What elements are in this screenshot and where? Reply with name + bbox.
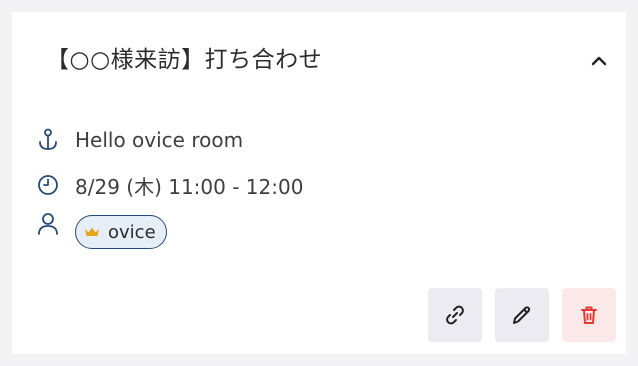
trash-icon <box>581 306 597 324</box>
crown-icon <box>85 227 99 236</box>
delete-button[interactable] <box>562 288 616 342</box>
person-icon <box>36 212 60 236</box>
event-time-row: 8/29 (木) 11:00 - 12:00 <box>36 171 303 199</box>
event-card-header[interactable]: 【○○様来訪】打ち合わせ <box>12 12 626 106</box>
edit-button[interactable] <box>495 288 549 342</box>
attendee-chip[interactable]: ovice <box>75 215 167 249</box>
event-attendees-row: ovice <box>36 212 167 252</box>
event-place-row: Hello ovice room <box>36 126 243 154</box>
link-icon <box>446 305 464 325</box>
event-place: Hello ovice room <box>75 128 244 152</box>
pencil-icon <box>513 306 531 324</box>
chevron-up-icon <box>591 56 607 66</box>
collapse-button[interactable] <box>586 48 612 74</box>
attendee-name: ovice <box>108 221 156 243</box>
event-actions <box>428 288 616 342</box>
clock-icon <box>36 173 60 197</box>
copy-link-button[interactable] <box>428 288 482 342</box>
event-datetime: 8/29 (木) 11:00 - 12:00 <box>75 174 304 199</box>
event-title: 【○○様来訪】打ち合わせ <box>46 47 323 73</box>
event-card: 【○○様来訪】打ち合わせ Hello ovice room 8/29 (木) 1… <box>12 12 626 354</box>
anchor-icon <box>36 128 60 152</box>
